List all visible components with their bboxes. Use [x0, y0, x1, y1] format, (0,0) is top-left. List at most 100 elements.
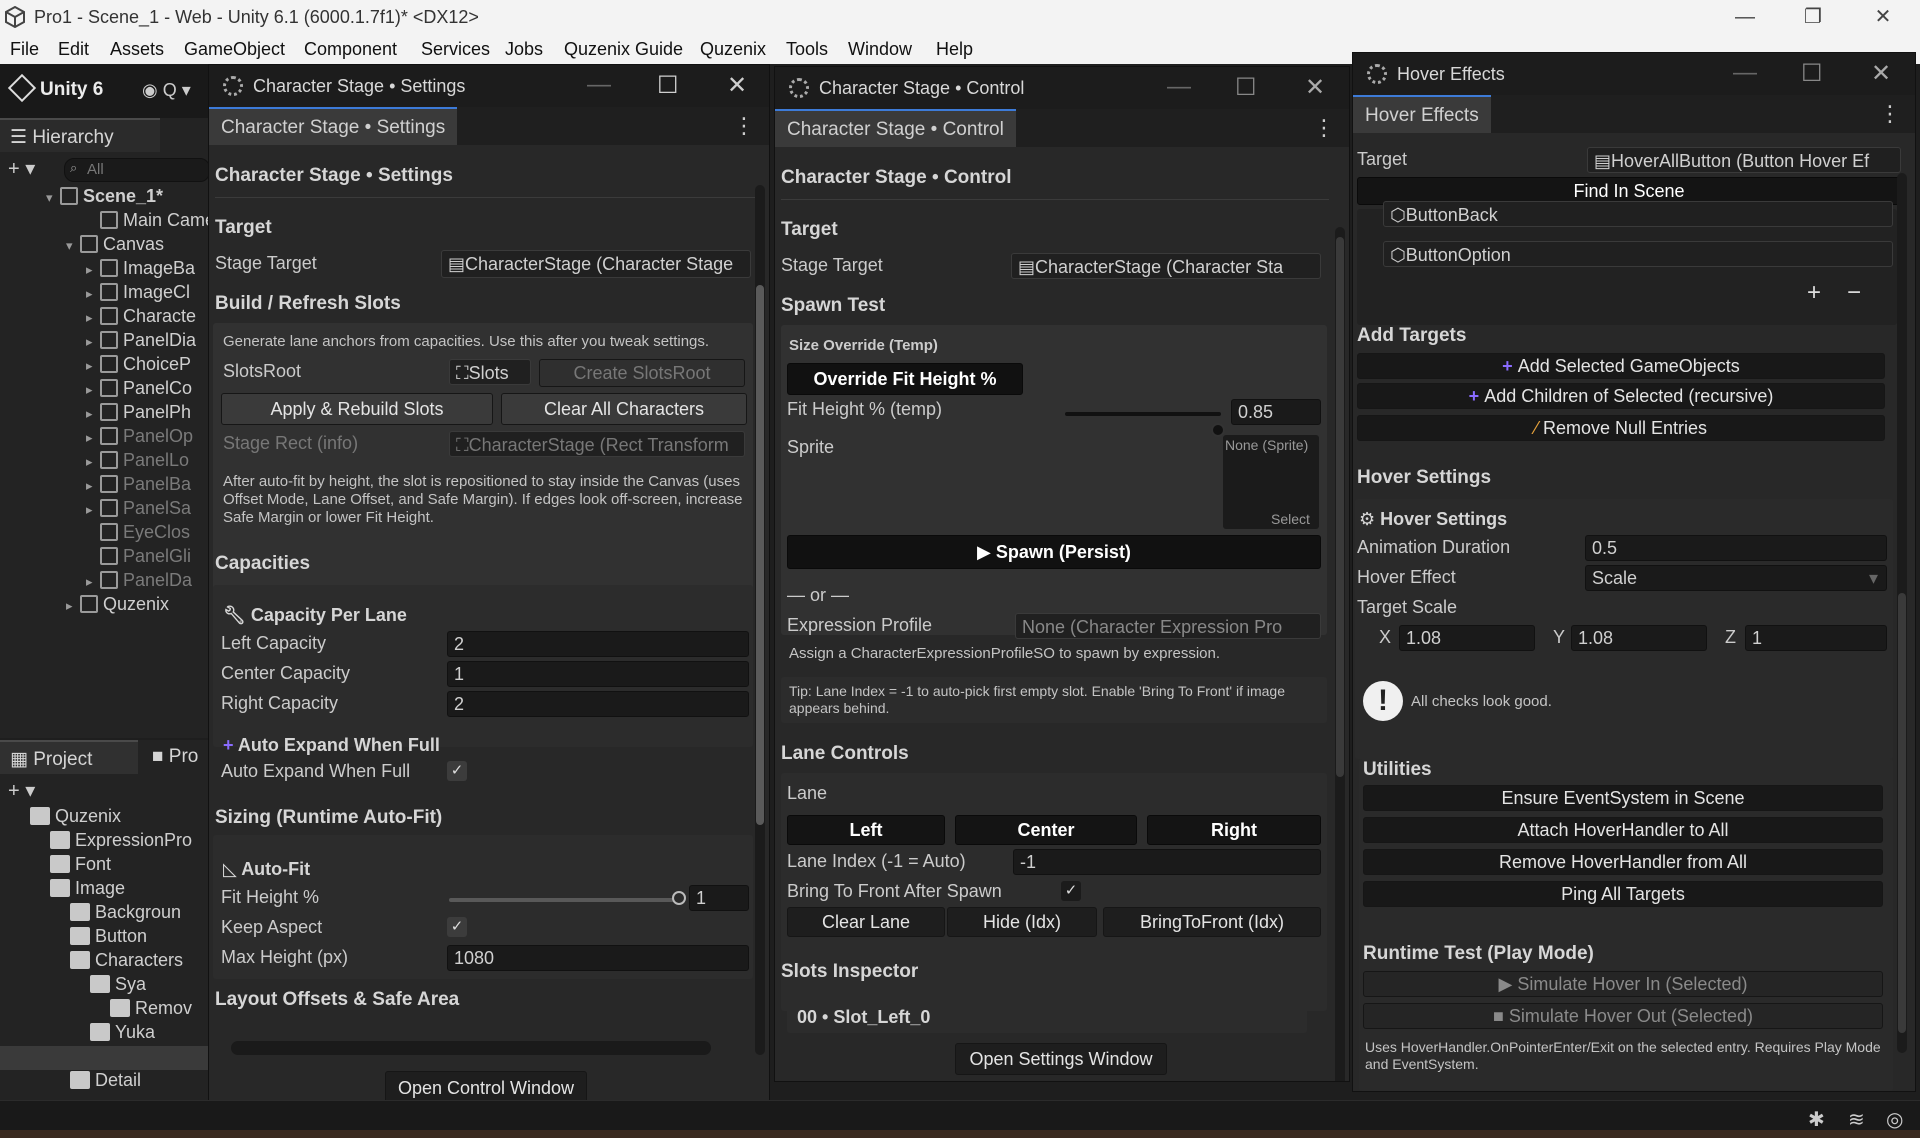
horizontal-scrollbar[interactable] [231, 1041, 711, 1055]
check-circle-icon[interactable]: ◎ [1886, 1107, 1903, 1132]
expand-arrow-icon[interactable]: ▾ [46, 190, 60, 206]
menu-quzenix[interactable]: Quzenix [700, 39, 766, 60]
more-options-icon[interactable]: ⋮ [1879, 101, 1901, 127]
project-row[interactable]: Characters [70, 950, 183, 971]
menu-assets[interactable]: Assets [110, 39, 164, 60]
expand-arrow-icon[interactable]: ▸ [86, 262, 100, 278]
target-field[interactable]: ▤HoverAllButton (Button Hover Ef [1587, 147, 1901, 173]
hover-maximize-button[interactable]: ☐ [1801, 59, 1823, 88]
more-options-icon[interactable]: ⋮ [733, 113, 755, 139]
tab-control[interactable]: Character Stage • Control [775, 109, 1016, 147]
menu-window[interactable]: Window [848, 39, 912, 60]
remove-item-button[interactable]: − [1847, 279, 1861, 307]
remove-hoverhandler-button[interactable]: Remove HoverHandler from All [1363, 849, 1883, 875]
unity-account-button[interactable]: Unity 6 [7, 73, 103, 103]
lane-index-field[interactable]: -1 [1013, 849, 1321, 875]
override-fit-height-button[interactable]: Override Fit Height % [787, 363, 1023, 395]
project-row[interactable]: Font [50, 854, 111, 875]
fit-height-slider[interactable] [449, 898, 679, 902]
control-maximize-button[interactable]: ☐ [1235, 73, 1257, 102]
clear-lane-button[interactable]: Clear Lane [787, 907, 945, 937]
open-settings-window-button[interactable]: Open Settings Window [955, 1043, 1167, 1075]
hierarchy-row[interactable]: ▸ PanelDa [86, 570, 192, 591]
hierarchy-row[interactable]: EyeClos [86, 522, 190, 543]
menu-file[interactable]: File [10, 39, 39, 60]
hierarchy-row[interactable]: ▸ ImageCl [86, 282, 190, 303]
hierarchy-row[interactable]: ▸ ChoiceP [86, 354, 191, 375]
expand-arrow-icon[interactable]: ▸ [86, 454, 100, 470]
scale-y-field[interactable]: 1.08 [1571, 625, 1707, 651]
keep-aspect-checkbox[interactable]: ✓ [447, 917, 467, 937]
add-selected-button[interactable]: + Add Selected GameObjects [1357, 353, 1885, 379]
stage-target-field[interactable]: ▤CharacterStage (Character Sta [1011, 253, 1321, 279]
tab-hover-effects[interactable]: Hover Effects [1353, 95, 1491, 133]
lane-right-button[interactable]: Right [1147, 815, 1321, 845]
add-children-button[interactable]: + Add Children of Selected (recursive) [1357, 383, 1885, 409]
project-row[interactable]: Backgroun [70, 902, 181, 923]
project-row[interactable]: ExpressionPro [50, 830, 192, 851]
hover-effect-dropdown[interactable]: Scale ▾ [1585, 565, 1887, 591]
expand-arrow-icon[interactable]: ▸ [86, 358, 100, 374]
sprite-select-button[interactable]: Select [1271, 511, 1310, 527]
settings-minimize-button[interactable]: — [587, 71, 611, 99]
tab-hierarchy[interactable]: ☰ Hierarchy [0, 118, 160, 152]
hierarchy-row[interactable]: ▸ ImageBa [86, 258, 195, 279]
menu-help[interactable]: Help [936, 39, 973, 60]
debug-icon[interactable]: ✱ [1808, 1107, 1825, 1132]
project-row[interactable]: Yuka [90, 1022, 155, 1043]
right-capacity-field[interactable]: 2 [447, 691, 749, 717]
hierarchy-row[interactable]: ▸ PanelPh [86, 402, 191, 423]
hierarchy-row[interactable]: ▾ Canvas [66, 234, 164, 255]
expand-arrow-icon[interactable]: ▾ [66, 238, 80, 254]
control-minimize-button[interactable]: — [1167, 73, 1191, 101]
hover-scrollbar[interactable] [1897, 173, 1907, 1053]
max-height-field[interactable]: 1080 [447, 945, 749, 971]
hierarchy-row[interactable]: ▸ PanelOp [86, 426, 193, 447]
create-slotsroot-button[interactable]: Create SlotsRoot [539, 359, 745, 387]
hierarchy-row[interactable]: ▸ PanelBa [86, 474, 191, 495]
hierarchy-row[interactable]: ▸ PanelLo [86, 450, 189, 471]
control-scrollbar[interactable] [1335, 227, 1345, 1081]
expand-arrow-icon[interactable]: ▸ [86, 430, 100, 446]
attach-hoverhandler-button[interactable]: Attach HoverHandler to All [1363, 817, 1883, 843]
lane-left-button[interactable]: Left [787, 815, 945, 845]
expand-arrow-icon[interactable]: ▸ [86, 502, 100, 518]
fit-temp-slider[interactable] [1065, 412, 1221, 416]
menu-quzenix-guide[interactable]: Quzenix Guide [564, 39, 683, 60]
menu-edit[interactable]: Edit [58, 39, 89, 60]
expand-arrow-icon[interactable]: ▸ [86, 286, 100, 302]
tab-project-2[interactable]: ■ Pro [142, 740, 210, 774]
fit-temp-slider-knob[interactable] [1210, 423, 1225, 437]
tab-project[interactable]: ▦ Project [0, 740, 138, 774]
list-item[interactable]: ⬡ButtonBack [1383, 201, 1893, 227]
stage-target-field[interactable]: ▤CharacterStage (Character Stage [441, 250, 751, 278]
hierarchy-row[interactable]: ▸ PanelDia [86, 330, 196, 351]
project-row[interactable]: Detail [70, 1070, 141, 1091]
fit-temp-field[interactable]: 0.85 [1231, 399, 1321, 425]
bring-to-front-idx-button[interactable]: BringToFront (Idx) [1103, 907, 1321, 937]
spawn-persist-button[interactable]: ▶ Spawn (Persist) [787, 535, 1321, 569]
create-dropdown[interactable]: + ▾ [8, 156, 35, 181]
ensure-eventsystem-button[interactable]: Ensure EventSystem in Scene [1363, 785, 1883, 811]
menu-component[interactable]: Component [304, 39, 397, 60]
project-row[interactable]: Remov [110, 998, 192, 1019]
expand-arrow-icon[interactable]: ▸ [86, 478, 100, 494]
menu-services[interactable]: Services [421, 39, 490, 60]
more-options-icon[interactable]: ⋮ [1313, 115, 1335, 141]
hierarchy-row[interactable]: ▸ PanelSa [86, 498, 191, 519]
lane-center-button[interactable]: Center [955, 815, 1137, 845]
simulate-hover-out-button[interactable]: ■ Simulate Hover Out (Selected) [1363, 1003, 1883, 1029]
left-capacity-field[interactable]: 2 [447, 631, 749, 657]
remove-null-button[interactable]: ⁄ Remove Null Entries [1357, 415, 1885, 441]
expand-arrow-icon[interactable]: ▸ [86, 406, 100, 422]
apply-rebuild-button[interactable]: Apply & Rebuild Slots [221, 393, 493, 425]
simulate-hover-in-button[interactable]: ▶ Simulate Hover In (Selected) [1363, 971, 1883, 997]
list-item[interactable]: ⬡ButtonOption [1383, 241, 1893, 267]
project-row[interactable]: Sya [90, 974, 146, 995]
hover-minimize-button[interactable]: — [1733, 59, 1757, 87]
scrollbar-thumb[interactable] [1336, 237, 1344, 777]
settings-maximize-button[interactable]: ☐ [657, 71, 679, 100]
add-item-button[interactable]: + [1807, 279, 1821, 307]
auto-expand-checkbox[interactable]: ✓ [447, 761, 467, 781]
fit-height-slider-knob[interactable] [672, 891, 686, 905]
